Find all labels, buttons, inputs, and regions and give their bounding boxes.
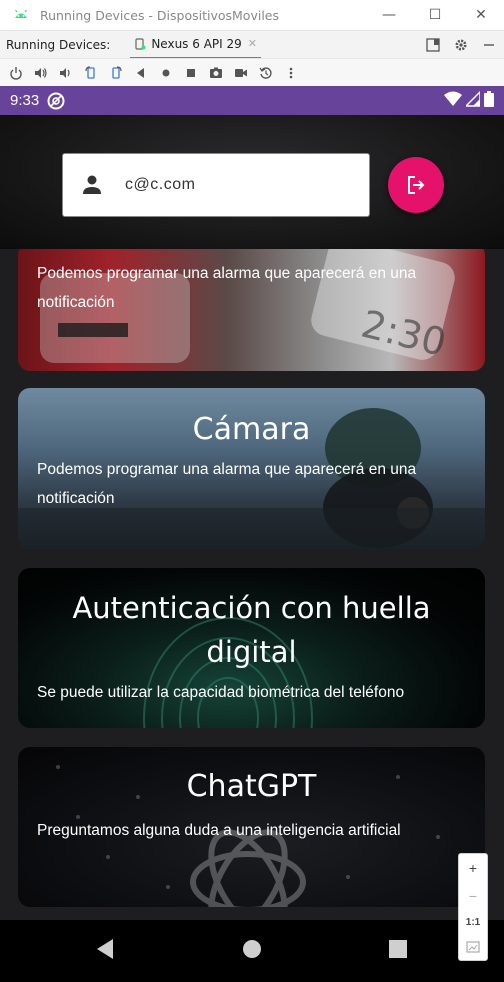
zoom-out-button[interactable]: −	[469, 888, 477, 904]
layout-icon[interactable]	[426, 38, 440, 52]
device-tab-label: Nexus 6 API 29	[151, 36, 242, 51]
user-info-box: c@c.com	[62, 153, 370, 217]
volume-down-icon[interactable]	[56, 63, 76, 83]
screenshot-icon[interactable]	[206, 63, 226, 83]
screen-record-icon[interactable]	[231, 63, 251, 83]
feature-list[interactable]: 2:30 Podemos programar una alarma que ap…	[0, 249, 504, 920]
window-title: Running Devices - DispositivosMoviles	[40, 7, 280, 23]
maximize-button[interactable]: ☐	[412, 0, 458, 30]
zoom-in-button[interactable]: +	[469, 860, 477, 876]
nav-back-icon[interactable]	[96, 938, 114, 960]
close-window-button[interactable]: ✕	[458, 0, 504, 30]
rotate-right-icon[interactable]	[106, 63, 126, 83]
ide-window: Running Devices - DispositivosMoviles — …	[0, 0, 504, 982]
running-devices-label: Running Devices:	[6, 37, 111, 52]
card-description: Podemos programar una alarma que aparece…	[37, 461, 417, 507]
title-bar: Running Devices - DispositivosMoviles — …	[0, 0, 504, 30]
feature-card-camera[interactable]: Cámara Podemos programar una alarma que …	[18, 388, 485, 549]
wifi-icon	[444, 91, 462, 106]
fit-screen-icon[interactable]	[466, 940, 480, 954]
notification-icon	[47, 92, 65, 109]
device-icon	[135, 37, 146, 50]
minimize-panel-icon[interactable]	[482, 38, 496, 52]
volume-up-icon[interactable]	[31, 63, 51, 83]
card-title: Autenticación con huella digital	[72, 591, 431, 669]
more-icon[interactable]	[281, 63, 301, 83]
feature-card-alarm[interactable]: 2:30 Podemos programar una alarma que ap…	[18, 249, 485, 371]
snapshot-icon[interactable]	[256, 63, 276, 83]
card-description: Podemos programar una alarma que aparece…	[37, 265, 417, 311]
device-tab[interactable]: Nexus 6 API 29 ✕	[130, 31, 261, 59]
person-icon	[83, 175, 101, 194]
back-icon[interactable]	[131, 63, 151, 83]
nav-overview-icon[interactable]	[388, 938, 408, 960]
feature-card-chatgpt[interactable]: ChatGPT Preguntamos alguna duda a una in…	[18, 747, 485, 907]
card-description: Preguntamos alguna duda a una inteligenc…	[37, 822, 401, 839]
feature-card-fingerprint[interactable]: Autenticación con huella digital Se pued…	[18, 568, 485, 728]
user-email: c@c.com	[125, 176, 196, 193]
rotate-left-icon[interactable]	[81, 63, 101, 83]
battery-icon	[484, 91, 494, 107]
gear-icon[interactable]	[454, 38, 468, 52]
android-nav-bar	[0, 920, 504, 982]
logout-button[interactable]	[388, 157, 444, 213]
android-studio-icon	[15, 9, 27, 18]
home-icon[interactable]	[156, 63, 176, 83]
signal-icon	[466, 91, 480, 107]
running-devices-tabbar: Running Devices: Nexus 6 API 29 ✕	[0, 30, 504, 59]
minimize-button[interactable]: —	[366, 0, 412, 30]
device-screen[interactable]: 9:33 c@c.com 2:30 Podemos programar una …	[0, 86, 504, 982]
card-title: Cámara	[192, 412, 311, 447]
zoom-actual-size-button[interactable]: 1:1	[466, 917, 480, 928]
tab-close-icon[interactable]: ✕	[248, 37, 257, 50]
card-title: ChatGPT	[186, 769, 317, 804]
app-header: c@c.com	[0, 115, 504, 249]
zoom-controls: + − 1:1	[458, 853, 488, 961]
logout-icon	[408, 176, 425, 194]
status-time: 9:33	[10, 92, 40, 109]
android-status-bar: 9:33	[0, 86, 504, 115]
nav-home-icon[interactable]	[242, 938, 262, 960]
card-description: Se puede utilizar la capacidad biométric…	[37, 684, 405, 701]
overview-icon[interactable]	[181, 63, 201, 83]
emulator-toolbar	[0, 58, 504, 86]
power-icon[interactable]	[6, 63, 26, 83]
